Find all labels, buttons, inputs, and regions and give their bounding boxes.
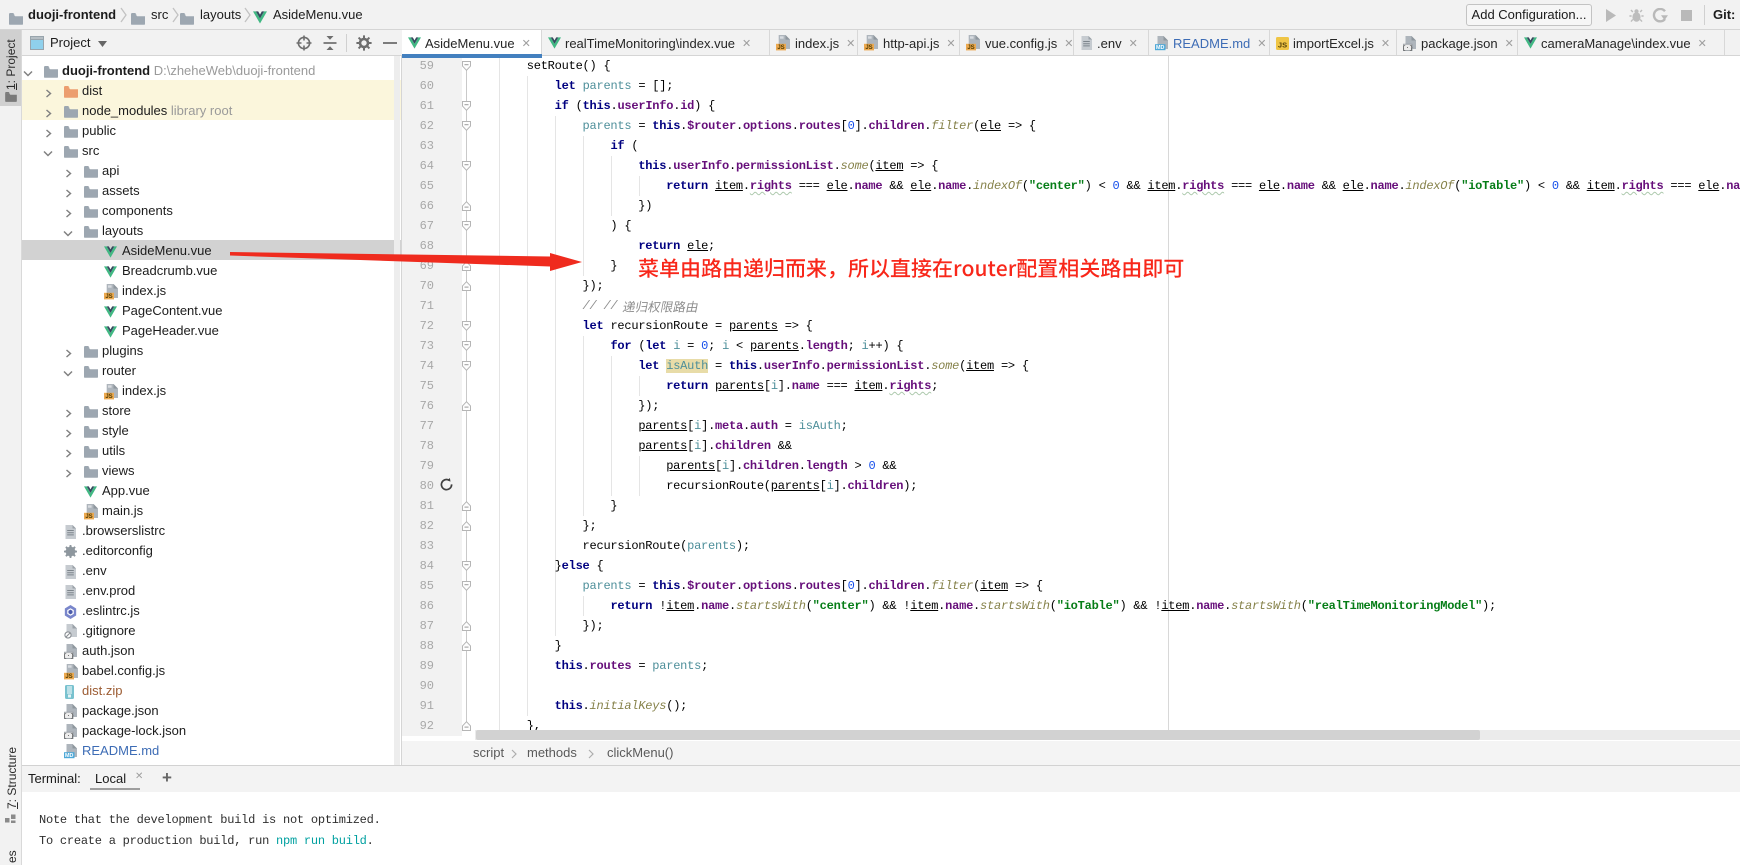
svg-text:{·}: {·} [64,712,74,719]
svg-text:JS: JS [65,674,72,680]
svg-text:{·}: {·} [64,652,74,659]
svg-text:{·}: {·} [1403,44,1413,51]
svg-text:JS: JS [865,45,872,51]
svg-text:JS: JS [105,394,112,400]
svg-text:MD: MD [1156,45,1164,51]
svg-text:JS: JS [1278,40,1287,49]
svg-text:{·}: {·} [64,732,74,739]
svg-text:JS: JS [777,45,784,51]
svg-text:JS: JS [967,45,974,51]
svg-text:JS: JS [85,514,92,520]
svg-text:MD: MD [65,753,73,759]
